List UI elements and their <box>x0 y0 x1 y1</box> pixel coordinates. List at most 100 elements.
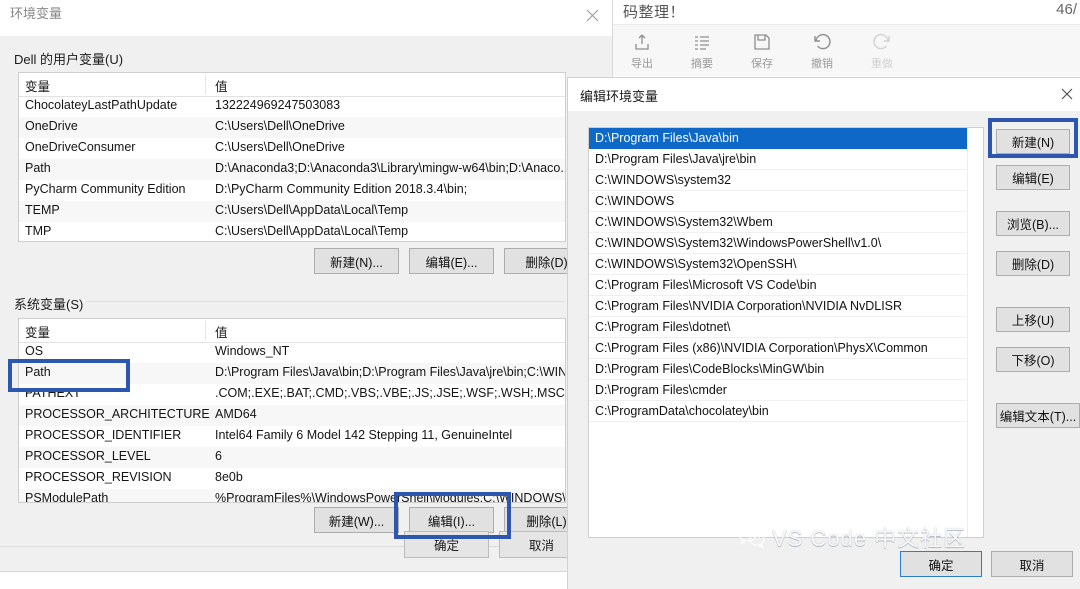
edit-ok-button[interactable]: 确定 <box>900 551 982 577</box>
table-row[interactable]: TMP C:\Users\Dell\AppData\Local\Temp <box>19 222 565 241</box>
list-item[interactable]: C:\Program Files\dotnet\ <box>589 317 968 338</box>
toolbar-save-label: 保存 <box>751 55 773 71</box>
path-move-up-button[interactable]: 上移(U) <box>996 307 1070 332</box>
list-item[interactable]: C:\WINDOWS\System32\WindowsPowerShell\v1… <box>589 233 968 254</box>
edit-dialog-titlebar: 编辑环境变量 <box>568 78 1080 111</box>
edit-environment-variable-dialog: 编辑环境变量 D:\Program Files\Java\binD:\Progr… <box>568 78 1080 589</box>
list-item[interactable]: D:\Program Files\cmder <box>589 380 968 401</box>
list-item[interactable]: C:\WINDOWS\system32 <box>589 170 968 191</box>
variable-name-cell: OneDrive <box>25 119 78 133</box>
system-variables-listview[interactable]: 变量 值 OSWindows_NTPathD:\Program Files\Ja… <box>18 318 566 503</box>
path-edit-button[interactable]: 编辑(E) <box>996 165 1070 190</box>
edit-dialog-body: D:\Program Files\Java\binD:\Program File… <box>568 111 1080 589</box>
edit-cancel-button[interactable]: 取消 <box>991 551 1073 577</box>
background-toolbar: 导出 摘要 保存 <box>609 24 1080 78</box>
toolbar-summary-button[interactable]: 摘要 <box>679 31 725 71</box>
variable-value-cell: D:\Anaconda3;D:\Anaconda3\Library\mingw-… <box>215 161 565 175</box>
list-item[interactable]: C:\Program Files\NVIDIA Corporation\NVID… <box>589 296 968 317</box>
variable-value-cell: C:\Users\Dell\AppData\Local\Temp <box>215 224 408 238</box>
path-edit-text-button[interactable]: 编辑文本(T)... <box>996 403 1080 428</box>
user-new-button[interactable]: 新建(N)... <box>314 248 399 274</box>
variable-name-cell: TEMP <box>25 203 60 217</box>
variable-name-cell: TMP <box>25 224 51 238</box>
env-dialog-titlebar: 环境变量 <box>0 0 612 36</box>
toolbar-export-label: 导出 <box>631 55 653 71</box>
variable-name-cell: OS <box>25 344 43 358</box>
variable-name-cell: PROCESSOR_LEVEL <box>25 449 151 463</box>
table-row[interactable]: PyCharm Community EditionD:\PyCharm Comm… <box>19 180 565 201</box>
system-col-divider[interactable] <box>205 321 206 340</box>
path-delete-button[interactable]: 删除(D) <box>996 251 1070 276</box>
table-row[interactable]: OneDrive C:\Users\Dell\OneDrive <box>19 117 565 138</box>
list-item[interactable]: C:\WINDOWS\System32\Wbem <box>589 212 968 233</box>
toolbar-undo-button[interactable]: 撤销 <box>799 31 845 71</box>
environment-variables-dialog: 环境变量 Dell 的用户变量(U) 变量 值 ChocolateyLastPa… <box>0 0 612 571</box>
variable-name-cell: PSModulePath <box>25 491 108 502</box>
close-icon[interactable] <box>1056 84 1078 104</box>
list-item[interactable]: D:\Program Files\Java\bin <box>589 128 968 149</box>
table-row[interactable]: PATHEXT.COM;.EXE;.BAT;.CMD;.VBS;.VBE;.JS… <box>19 384 565 405</box>
table-row[interactable]: PROCESSOR_ARCHITECTUREAMD64 <box>19 405 565 426</box>
toolbar-save-button[interactable]: 保存 <box>739 31 785 71</box>
variable-value-cell: Windows_NT <box>215 344 289 358</box>
list-item[interactable]: C:\ProgramData\chocolatey\bin <box>589 401 968 422</box>
system-col-name: 变量 <box>25 322 50 341</box>
variable-name-cell: ChocolateyLastPathUpdate <box>25 98 177 112</box>
list-item[interactable]: D:\Program Files\Java\jre\bin <box>589 149 968 170</box>
table-row[interactable]: ChocolateyLastPathUpdate 1322249692475030… <box>19 96 565 117</box>
list-item[interactable]: C:\Program Files\Microsoft VS Code\bin <box>589 275 968 296</box>
toolbar-redo-label: 重做 <box>871 55 893 71</box>
user-edit-button[interactable]: 编辑(E)... <box>409 248 494 274</box>
variable-value-cell: 132224969247503083 <box>215 98 340 112</box>
user-variables-listview[interactable]: 变量 值 ChocolateyLastPathUpdate 13222496924… <box>18 72 566 242</box>
variable-name-cell: OneDriveConsumer <box>25 140 135 154</box>
table-row[interactable]: PROCESSOR_IDENTIFIER Intel64 Family 6 Mod… <box>19 426 565 447</box>
variable-value-cell: Intel64 Family 6 Model 142 Stepping 11, … <box>215 428 512 442</box>
variable-value-cell: C:\Users\Dell\OneDrive <box>215 140 345 154</box>
variable-value-cell: 6 <box>215 449 222 463</box>
system-group-divider <box>86 301 564 302</box>
path-list-scrollbar[interactable] <box>967 128 983 537</box>
background-title: 码整理！ <box>623 1 685 22</box>
variable-name-cell: PROCESSOR_IDENTIFIER <box>25 428 181 442</box>
redo-icon <box>872 31 892 53</box>
table-row[interactable]: OS Windows_NT <box>19 342 565 363</box>
list-item[interactable]: D:\Program Files\CodeBlocks\MinGW\bin <box>589 359 968 380</box>
table-row[interactable]: TEMP C:\Users\Dell\AppData\Local\Temp <box>19 201 565 222</box>
env-ok-button[interactable]: 确定 <box>404 531 489 558</box>
background-titlebar: 码整理！ 46/ <box>609 0 1080 24</box>
toolbar-export-button[interactable]: 导出 <box>619 31 665 71</box>
table-row[interactable]: OneDriveConsumer C:\Users\Dell\OneDrive <box>19 138 565 159</box>
path-new-button[interactable]: 新建(N) <box>996 129 1070 154</box>
screenshot-root: 码整理！ 46/ 导出 摘要 <box>0 0 1080 589</box>
variable-value-cell: C:\Users\Dell\AppData\Local\Temp <box>215 203 408 217</box>
user-col-divider[interactable] <box>205 75 206 94</box>
env-dialog-body: Dell 的用户变量(U) 变量 值 ChocolateyLastPathUpd… <box>0 36 612 571</box>
system-edit-button[interactable]: 编辑(I)... <box>409 507 494 533</box>
user-col-name: 变量 <box>25 76 50 95</box>
list-item[interactable]: C:\WINDOWS\System32\OpenSSH\ <box>589 254 968 275</box>
variable-name-cell: PROCESSOR_REVISION <box>25 470 172 484</box>
table-row[interactable]: PathD:\Program Files\Java\bin;D:\Program… <box>19 363 565 384</box>
variable-value-cell: C:\Users\Dell\OneDrive <box>215 119 345 133</box>
table-row[interactable]: PROCESSOR_LEVEL 6 <box>19 447 565 468</box>
user-variables-group-label: Dell 的用户变量(U) <box>14 49 123 68</box>
variable-value-cell: 8e0b <box>215 470 243 484</box>
undo-icon <box>812 31 832 53</box>
list-item[interactable]: C:\WINDOWS <box>589 191 968 212</box>
variable-value-cell: AMD64 <box>215 407 257 421</box>
system-new-button[interactable]: 新建(W)... <box>314 507 399 533</box>
path-move-down-button[interactable]: 下移(O) <box>996 347 1070 372</box>
path-entries-listbox[interactable]: D:\Program Files\Java\binD:\Program File… <box>588 127 984 538</box>
list-item[interactable]: C:\Program Files (x86)\NVIDIA Corporatio… <box>589 338 968 359</box>
user-list-header: 变量 值 <box>19 73 565 97</box>
variable-name-cell: PyCharm Community Edition <box>25 182 185 196</box>
path-browse-button[interactable]: 浏览(B)... <box>996 211 1070 236</box>
table-row[interactable]: PROCESSOR_REVISION 8e0b <box>19 468 565 489</box>
toolbar-undo-label: 撤销 <box>811 55 833 71</box>
table-row[interactable]: PSModulePath%ProgramFiles%\WindowsPowerS… <box>19 489 565 502</box>
variable-value-cell: D:\Program Files\Java\bin;D:\Program Fil… <box>215 365 565 379</box>
close-icon[interactable] <box>580 4 604 26</box>
table-row[interactable]: PathD:\Anaconda3;D:\Anaconda3\Library\mi… <box>19 159 565 180</box>
edit-dialog-title: 编辑环境变量 <box>580 86 658 105</box>
